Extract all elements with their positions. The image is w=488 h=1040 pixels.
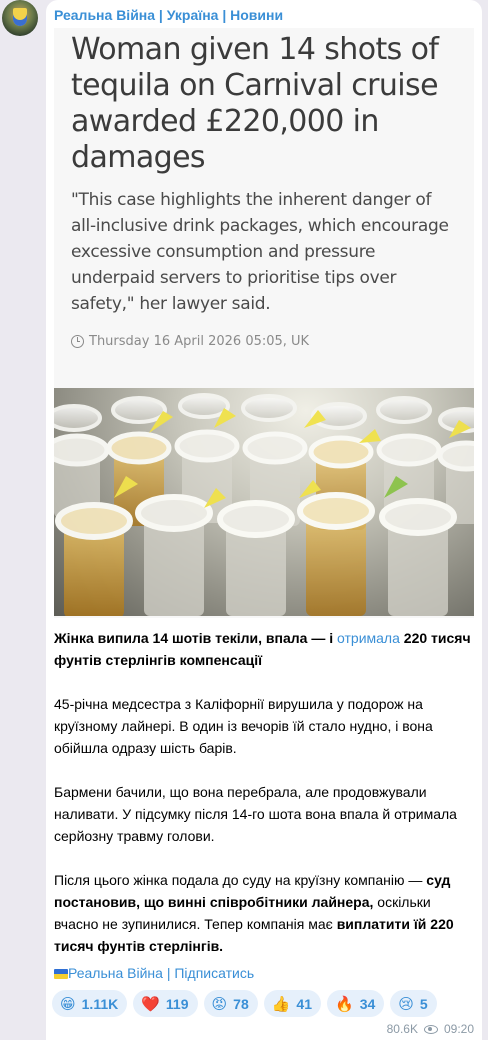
message-paragraph-4: Після цього жінка подала до суду на круї… [54, 869, 474, 957]
lead-link[interactable]: отримала [337, 630, 400, 646]
reaction-count: 78 [233, 995, 249, 1012]
channel-name[interactable]: Реальна Війна | Україна | Новини [54, 7, 283, 23]
reaction-count: 5 [419, 995, 428, 1012]
article-dateline: Thursday 16 April 2026 05:05, UK [71, 331, 309, 351]
message-time: 09:20 [443, 1022, 474, 1036]
shot-glasses-illustration [54, 393, 474, 616]
article-quote: "This case highlights the inherent dange… [71, 190, 449, 314]
article-screenshot-image[interactable]: Woman given 14 shots of tequila on Carni… [54, 28, 474, 618]
message-paragraph-2: 45-річна медсестра з Каліфорнії вирушила… [54, 696, 433, 756]
reaction-grin[interactable]: 😁 1.11K [52, 990, 128, 1017]
heart-emoji-icon: ❤️ [141, 994, 160, 1013]
eye-icon [423, 1024, 438, 1034]
article-headline: Woman given 14 shots of tequila on Carni… [71, 32, 439, 175]
tequila-shots-photo [54, 388, 474, 616]
avatar-emblem [13, 8, 27, 26]
fire-emoji-icon: 🔥 [335, 994, 354, 1013]
reaction-fire[interactable]: 🔥 34 [327, 990, 385, 1017]
signature-text: Реальна Війна | Підписатись [68, 965, 255, 981]
reaction-angry[interactable]: 😡 78 [203, 990, 258, 1017]
reaction-count: 34 [359, 995, 376, 1012]
p4-part-a: Після цього жінка подала до суду на круї… [54, 872, 427, 888]
subscribe-link[interactable]: Реальна Війна | Підписатись [54, 962, 254, 984]
article-date: Thursday 16 April 2026 05:05, UK [89, 333, 310, 349]
channel-avatar[interactable] [2, 0, 38, 36]
message-paragraph-3: Бармени бачили, що вона перебрала, але п… [54, 784, 457, 844]
message-lead: Жінка випила 14 шотів текіли, впала — і … [54, 627, 474, 671]
reaction-count: 41 [296, 995, 312, 1012]
reactions-bar: 😁 1.11K ❤️ 119 😡 78 👍 41 🔥 34 😢 5 [52, 990, 437, 1017]
reaction-cry[interactable]: 😢 5 [390, 990, 437, 1017]
thumbs-up-emoji-icon: 👍 [271, 994, 291, 1013]
view-count: 80.6K [386, 1022, 418, 1036]
reaction-count: 1.11K [81, 995, 119, 1012]
clock-icon [71, 334, 84, 348]
reaction-count: 119 [165, 995, 189, 1012]
grin-emoji-icon: 😁 [60, 994, 76, 1013]
message-text: Жінка випила 14 шотів текіли, впала — і … [54, 627, 474, 979]
reaction-thumbs-up[interactable]: 👍 41 [263, 990, 321, 1017]
message-meta: 80.6K 09:20 [387, 1022, 474, 1036]
cry-emoji-icon: 😢 [398, 994, 414, 1013]
angry-emoji-icon: 😡 [211, 994, 228, 1013]
ukraine-flag-icon [54, 969, 68, 979]
lead-part-1: Жінка випила 14 шотів текіли, впала — і [54, 630, 338, 646]
reaction-heart[interactable]: ❤️ 119 [133, 990, 198, 1017]
message-bubble: Реальна Війна | Україна | Новини Woman g… [46, 0, 482, 1040]
